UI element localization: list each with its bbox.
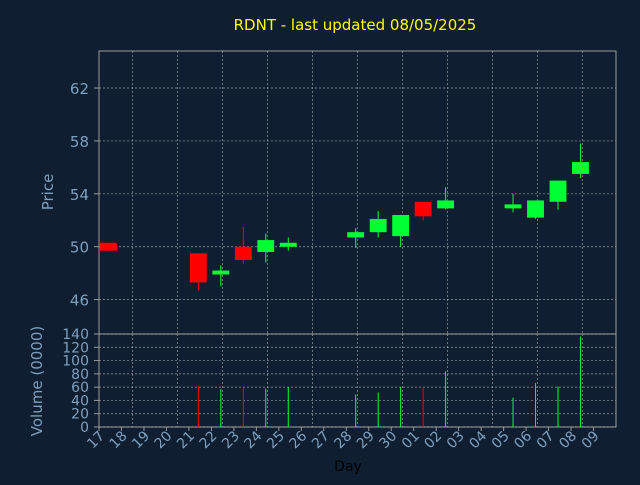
price-tick-label: 62 bbox=[70, 80, 89, 98]
candle-up bbox=[212, 270, 230, 275]
x-tick-label: 22 bbox=[197, 428, 221, 452]
x-tick-label: 24 bbox=[242, 428, 266, 452]
x-tick-label: 21 bbox=[174, 428, 198, 452]
x-tick-label: 23 bbox=[219, 428, 243, 452]
x-tick-label: 06 bbox=[511, 428, 535, 452]
price-tick-label: 54 bbox=[70, 186, 89, 204]
x-tick-label: 26 bbox=[287, 428, 311, 452]
volume-axis-label: Volume (0000) bbox=[28, 326, 46, 436]
candle-up bbox=[572, 162, 589, 174]
x-tick-label: 25 bbox=[264, 428, 288, 452]
price-tick-label: 50 bbox=[70, 239, 89, 257]
candle-up bbox=[279, 242, 297, 247]
x-tick-label: 18 bbox=[107, 428, 131, 452]
x-tick-label: 04 bbox=[466, 428, 490, 452]
x-tick-label: 20 bbox=[152, 428, 176, 452]
x-tick-label: 09 bbox=[579, 428, 603, 452]
candle-up bbox=[257, 240, 275, 253]
chart-title: RDNT - last updated 08/05/2025 bbox=[234, 16, 477, 34]
candle-up bbox=[527, 200, 544, 218]
x-tick-label: 28 bbox=[331, 428, 355, 452]
candle-up bbox=[437, 200, 455, 209]
candle-down bbox=[234, 246, 252, 260]
price-axis-label: Price bbox=[39, 174, 57, 211]
x-tick-label: 30 bbox=[376, 428, 400, 452]
candle-up bbox=[504, 204, 522, 209]
x-tick-label: 01 bbox=[399, 428, 423, 452]
candle-up bbox=[549, 180, 567, 202]
x-tick-label: 19 bbox=[129, 428, 153, 452]
x-axis-label: Day bbox=[334, 459, 362, 475]
stock-chart: 46 50 54 58 62 0 20 40 60 80 100 120 140 17 18 19 20 21 22… bbox=[0, 0, 640, 480]
x-tick-label: 27 bbox=[309, 428, 333, 452]
price-tick-label: 46 bbox=[70, 292, 89, 310]
candle-up bbox=[392, 214, 410, 237]
price-tick-label: 58 bbox=[70, 133, 89, 151]
x-tick-label: 07 bbox=[534, 428, 558, 452]
candle-down bbox=[189, 253, 207, 283]
candle-down bbox=[100, 242, 117, 251]
x-tick-label: 08 bbox=[556, 428, 580, 452]
candle-up bbox=[369, 218, 387, 233]
candle-up bbox=[347, 232, 365, 238]
x-tick-label: 03 bbox=[444, 428, 468, 452]
volume-tick-label: 140 bbox=[62, 327, 89, 343]
x-tick-label: 02 bbox=[421, 428, 445, 452]
candle-down bbox=[414, 201, 432, 217]
x-tick-label: 05 bbox=[489, 428, 513, 452]
chart-canvas: 4650545862020406080100120140171819202122… bbox=[28, 16, 617, 475]
x-tick-label: 29 bbox=[354, 428, 378, 452]
